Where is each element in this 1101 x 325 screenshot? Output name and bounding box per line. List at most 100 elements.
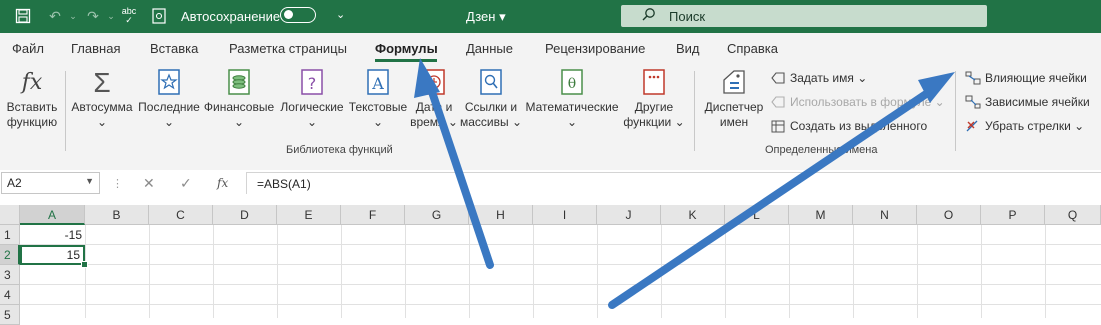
insert-function-label-1: Вставить: [6, 100, 58, 114]
spelling-label: abc: [121, 6, 137, 16]
trace-dependents-icon: [965, 95, 981, 109]
fx-icon: fx: [21, 69, 43, 95]
save-icon[interactable]: [12, 6, 34, 26]
financial-label: Финансовые: [203, 100, 275, 114]
svg-text:θ: θ: [568, 76, 576, 92]
separator: [65, 71, 66, 151]
undo-dropdown-icon[interactable]: ⌄: [62, 6, 84, 26]
name-manager-label-2: имен: [719, 115, 749, 129]
math-button[interactable]: θ Математические ⌄: [524, 67, 620, 130]
row-header-5[interactable]: 5: [0, 305, 20, 325]
clock-book-icon: [419, 67, 449, 97]
tag-icon: [719, 67, 749, 97]
autosum-label: Автосумма: [71, 100, 133, 114]
tab-home[interactable]: Главная: [71, 41, 120, 56]
column-header-m[interactable]: M: [789, 205, 853, 225]
search-icon: [641, 7, 656, 25]
tab-formulas[interactable]: Формулы: [375, 41, 438, 56]
logical-button[interactable]: ? Логические ⌄: [277, 67, 347, 130]
datetime-button[interactable]: Дата и время ⌄: [410, 67, 458, 130]
dots-book-icon: [639, 67, 669, 97]
column-header-k[interactable]: K: [661, 205, 725, 225]
column-header-h[interactable]: H: [469, 205, 533, 225]
qat-customize-icon[interactable]: ⌄: [336, 8, 345, 21]
row-header-2[interactable]: 2: [0, 245, 20, 265]
name-manager-label-1: Диспетчер: [704, 100, 764, 114]
name-box[interactable]: A2 ▼: [1, 172, 100, 194]
column-header-f[interactable]: F: [341, 205, 405, 225]
search-placeholder: Поиск: [669, 9, 706, 24]
text-button[interactable]: A Текстовые ⌄: [347, 67, 409, 130]
other-functions-button[interactable]: Другие функции ⌄: [622, 67, 686, 130]
document-title[interactable]: Дзен ▾: [466, 9, 506, 25]
column-header-n[interactable]: N: [853, 205, 917, 225]
worksheet-grid[interactable]: A B C D E F G H I J K L M N O P Q 1 2 3 …: [0, 205, 1101, 325]
trace-dependents-button[interactable]: Зависимые ячейки: [965, 95, 1090, 109]
datetime-label-1: Дата и: [415, 100, 453, 114]
row-header-4[interactable]: 4: [0, 285, 20, 305]
print-preview-icon[interactable]: [148, 6, 170, 26]
autosave-toggle[interactable]: [280, 7, 316, 23]
trace-precedents-button[interactable]: Влияющие ячейки: [965, 71, 1087, 85]
column-header-a[interactable]: A: [20, 205, 85, 225]
spelling-icon[interactable]: abc ✓: [118, 6, 140, 26]
separator: [694, 71, 695, 151]
insert-function-fx-icon[interactable]: fx: [217, 172, 228, 194]
search-box[interactable]: Поиск: [621, 5, 987, 27]
select-all-corner[interactable]: [0, 205, 20, 225]
column-header-d[interactable]: D: [213, 205, 277, 225]
column-header-o[interactable]: O: [917, 205, 981, 225]
name-box-value: A2: [7, 176, 22, 190]
remove-arrows-button[interactable]: Убрать стрелки ⌄: [965, 119, 1084, 133]
row-header-1[interactable]: 1: [0, 225, 20, 245]
column-header-i[interactable]: I: [533, 205, 597, 225]
column-header-b[interactable]: B: [85, 205, 149, 225]
column-header-c[interactable]: C: [149, 205, 213, 225]
column-header-e[interactable]: E: [277, 205, 341, 225]
grid-tag-icon: [770, 119, 786, 133]
create-from-selection-button[interactable]: Создать из выделенного: [770, 119, 927, 133]
recent-button[interactable]: Последние ⌄: [137, 67, 201, 130]
name-box-dropdown-icon[interactable]: ▼: [85, 176, 94, 186]
lookup-button[interactable]: Ссылки и массивы ⌄: [458, 67, 524, 130]
ribbon-formulas: fx Вставить функцию Σ Автосумма ⌄ Послед…: [0, 63, 1101, 161]
autosum-button[interactable]: Σ Автосумма ⌄: [68, 67, 136, 130]
tab-view[interactable]: Вид: [676, 41, 700, 56]
enter-icon[interactable]: ✓: [180, 172, 192, 194]
use-in-formula-button[interactable]: Использовать в формуле ⌄: [770, 95, 945, 109]
insert-function-button[interactable]: fx Вставить функцию: [2, 67, 62, 130]
cell-a2-active[interactable]: 15: [20, 245, 85, 265]
text-caret: ⌄: [372, 115, 384, 129]
autosum-caret: ⌄: [96, 115, 108, 129]
row-header-3[interactable]: 3: [0, 265, 20, 285]
other-label-2: функции ⌄: [623, 115, 685, 129]
column-header-l[interactable]: L: [725, 205, 789, 225]
tag-disabled-icon: [770, 95, 786, 109]
autosave-label: Автосохранение: [181, 9, 281, 24]
cancel-icon[interactable]: ✕: [143, 172, 155, 194]
tab-review[interactable]: Рецензирование: [545, 41, 645, 56]
tab-data[interactable]: Данные: [466, 41, 513, 56]
column-header-q[interactable]: Q: [1045, 205, 1101, 225]
cell-a1[interactable]: -15: [20, 225, 85, 245]
define-name-button[interactable]: Задать имя ⌄: [770, 71, 867, 85]
column-header-j[interactable]: J: [597, 205, 661, 225]
group-label-names: Определенные имена: [765, 144, 878, 156]
financial-caret: ⌄: [233, 115, 245, 129]
remove-arrows-icon: [965, 119, 981, 133]
tag-small-icon: [770, 71, 786, 85]
tab-page-layout[interactable]: Разметка страницы: [229, 41, 347, 56]
tab-file[interactable]: Файл: [12, 41, 44, 56]
column-header-g[interactable]: G: [405, 205, 469, 225]
fill-handle[interactable]: [81, 261, 88, 268]
name-manager-button[interactable]: Диспетчер имен: [700, 67, 768, 130]
financial-button[interactable]: Финансовые ⌄: [202, 67, 276, 130]
trace-dependents-label: Зависимые ячейки: [985, 95, 1090, 109]
formula-input[interactable]: =ABS(A1): [246, 172, 1101, 194]
tab-insert[interactable]: Вставка: [150, 41, 198, 56]
svg-text:A: A: [371, 74, 384, 93]
text-label: Текстовые: [348, 100, 408, 114]
remove-arrows-label: Убрать стрелки ⌄: [985, 119, 1085, 133]
column-header-p[interactable]: P: [981, 205, 1045, 225]
tab-help[interactable]: Справка: [727, 41, 778, 56]
